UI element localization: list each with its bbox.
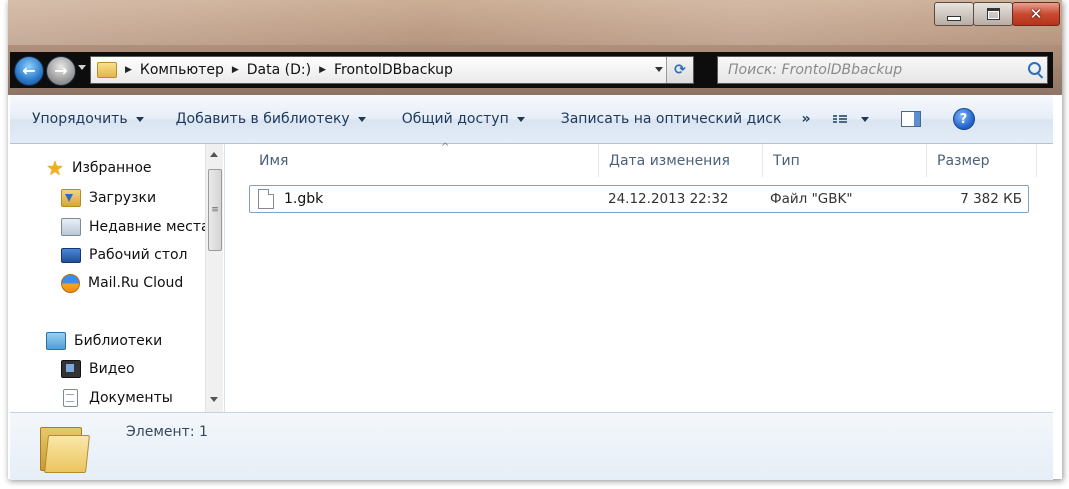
navigation-pane: ★ Избранное Загрузки Недавние места Рабо… [10, 144, 223, 412]
close-button[interactable]: ✕ [1012, 2, 1060, 26]
maximize-button[interactable] [973, 2, 1013, 26]
column-header-date[interactable]: Дата изменения [599, 144, 763, 177]
column-header-label: Размер [937, 152, 990, 169]
dropdown-arrow-icon [135, 116, 144, 122]
video-icon [61, 360, 81, 378]
preview-pane-button[interactable] [893, 104, 929, 134]
file-list: Имя ^ Дата изменения Тип Размер 1.gbk 24… [224, 142, 1054, 412]
search-icon[interactable] [1028, 62, 1041, 75]
column-header-label: Тип [773, 152, 800, 169]
tree-item-label: Mail.Ru Cloud [88, 275, 184, 291]
burn-button[interactable]: Записать на оптический диск [553, 104, 790, 134]
tree-item-label: Недавние места [89, 219, 210, 235]
minimize-button[interactable] [934, 2, 974, 26]
file-row[interactable]: 1.gbk 24.12.2013 22:32 Файл "GBK" 7 382 … [249, 185, 1029, 213]
command-bar: Упорядочить Добавить в библиотеку Общий … [10, 95, 1053, 144]
add-to-library-label: Добавить в библиотеку [175, 111, 350, 127]
downloads-icon [61, 189, 81, 207]
maximize-icon [986, 8, 1000, 20]
chevron-right-icon[interactable]: ▶ [319, 65, 326, 75]
navigation-bar: ← → ▶ Компьютер ▶ Data (D:) ▶ FrontolDBb… [10, 52, 1053, 88]
organize-label: Упорядочить [32, 111, 128, 127]
caption-buttons: ✕ [934, 2, 1060, 26]
tree-item-downloads[interactable]: Загрузки [61, 186, 156, 210]
help-button[interactable]: ? [945, 104, 983, 134]
column-header-label: Дата изменения [609, 152, 730, 169]
address-bar[interactable]: ▶ Компьютер ▶ Data (D:) ▶ FrontolDBbacku… [90, 56, 694, 84]
chevron-right-icon[interactable]: ▶ [232, 65, 239, 75]
tree-item-desktop[interactable]: Рабочий стол [61, 243, 188, 267]
chevron-right-icon[interactable]: ▶ [125, 65, 132, 75]
tree-item-label: Загрузки [89, 190, 157, 206]
column-header-name[interactable]: Имя ^ [249, 142, 599, 177]
minimize-icon [947, 15, 961, 21]
add-to-library-button[interactable]: Добавить в библиотеку [168, 104, 374, 134]
more-commands-button[interactable]: » [801, 111, 810, 127]
share-button[interactable]: Общий доступ [394, 104, 533, 134]
tree-item-video[interactable]: Видео [61, 357, 135, 381]
refresh-icon: ⟳ [674, 62, 686, 78]
address-history-dropdown[interactable] [655, 67, 663, 72]
burn-label: Записать на оптический диск [560, 111, 782, 127]
mailru-cloud-icon [61, 273, 80, 293]
column-header-type[interactable]: Тип [763, 144, 927, 177]
forward-button[interactable]: → [46, 56, 76, 86]
folder-icon [97, 62, 117, 78]
scroll-up-icon[interactable] [210, 152, 218, 157]
file-icon [258, 189, 274, 209]
refresh-button[interactable]: ⟳ [666, 57, 693, 83]
dropdown-arrow-icon [860, 116, 869, 122]
nav-scrollbar[interactable]: ≡ [205, 144, 223, 412]
tree-item-recent-places[interactable]: Недавние места [61, 215, 210, 239]
views-icon [832, 115, 847, 123]
tree-libraries[interactable]: Библиотеки [46, 329, 162, 353]
dropdown-arrow-icon [357, 116, 366, 122]
tree-favorites-label: Избранное [72, 160, 152, 176]
breadcrumb-data-drive[interactable]: Data (D:) [247, 62, 311, 78]
share-label: Общий доступ [401, 111, 509, 127]
file-name-cell[interactable]: 1.gbk [258, 186, 323, 212]
folder-icon [40, 423, 90, 473]
close-icon: ✕ [1029, 5, 1043, 23]
search-input[interactable] [726, 61, 1010, 79]
file-type: Файл "GBK" [770, 191, 853, 207]
back-button[interactable]: ← [14, 56, 44, 86]
tree-item-label: Документы [89, 390, 173, 406]
recent-pages-dropdown[interactable] [78, 65, 86, 70]
libraries-icon [46, 332, 66, 350]
help-icon: ? [952, 108, 975, 130]
details-pane: Элемент: 1 [10, 412, 1053, 480]
sort-ascending-icon: ^ [441, 142, 450, 153]
arrow-left-icon: ← [22, 61, 36, 80]
file-size: 7 382 КБ [960, 191, 1022, 207]
file-name: 1.gbk [284, 191, 324, 207]
organize-button[interactable]: Упорядочить [24, 104, 152, 134]
documents-icon [63, 389, 78, 407]
search-box[interactable] [717, 56, 1048, 84]
column-header-label: Имя [259, 152, 289, 169]
tree-item-label: Рабочий стол [89, 247, 188, 263]
breadcrumb-folder[interactable]: FrontolDBbackup [334, 62, 453, 78]
breadcrumb-computer[interactable]: Компьютер [140, 62, 224, 78]
change-view-button[interactable] [825, 104, 877, 134]
tree-item-documents[interactable]: Документы [61, 386, 173, 410]
file-modified: 24.12.2013 22:32 [608, 191, 729, 207]
arrow-right-icon: → [54, 61, 68, 80]
scroll-down-icon[interactable] [210, 397, 218, 402]
tree-libraries-label: Библиотеки [74, 333, 163, 349]
tree-item-mailru-cloud[interactable]: Mail.Ru Cloud [61, 271, 183, 295]
dropdown-arrow-icon [516, 116, 525, 122]
star-icon: ★ [46, 156, 64, 180]
tree-item-label: Видео [89, 361, 135, 377]
preview-pane-icon [900, 111, 921, 127]
column-header-size[interactable]: Размер [927, 144, 1037, 177]
item-count: Элемент: 1 [126, 424, 208, 440]
recent-places-icon [61, 218, 81, 236]
scroll-thumb[interactable]: ≡ [208, 169, 222, 251]
desktop-icon [61, 247, 81, 263]
tree-favorites[interactable]: ★ Избранное [44, 156, 152, 180]
